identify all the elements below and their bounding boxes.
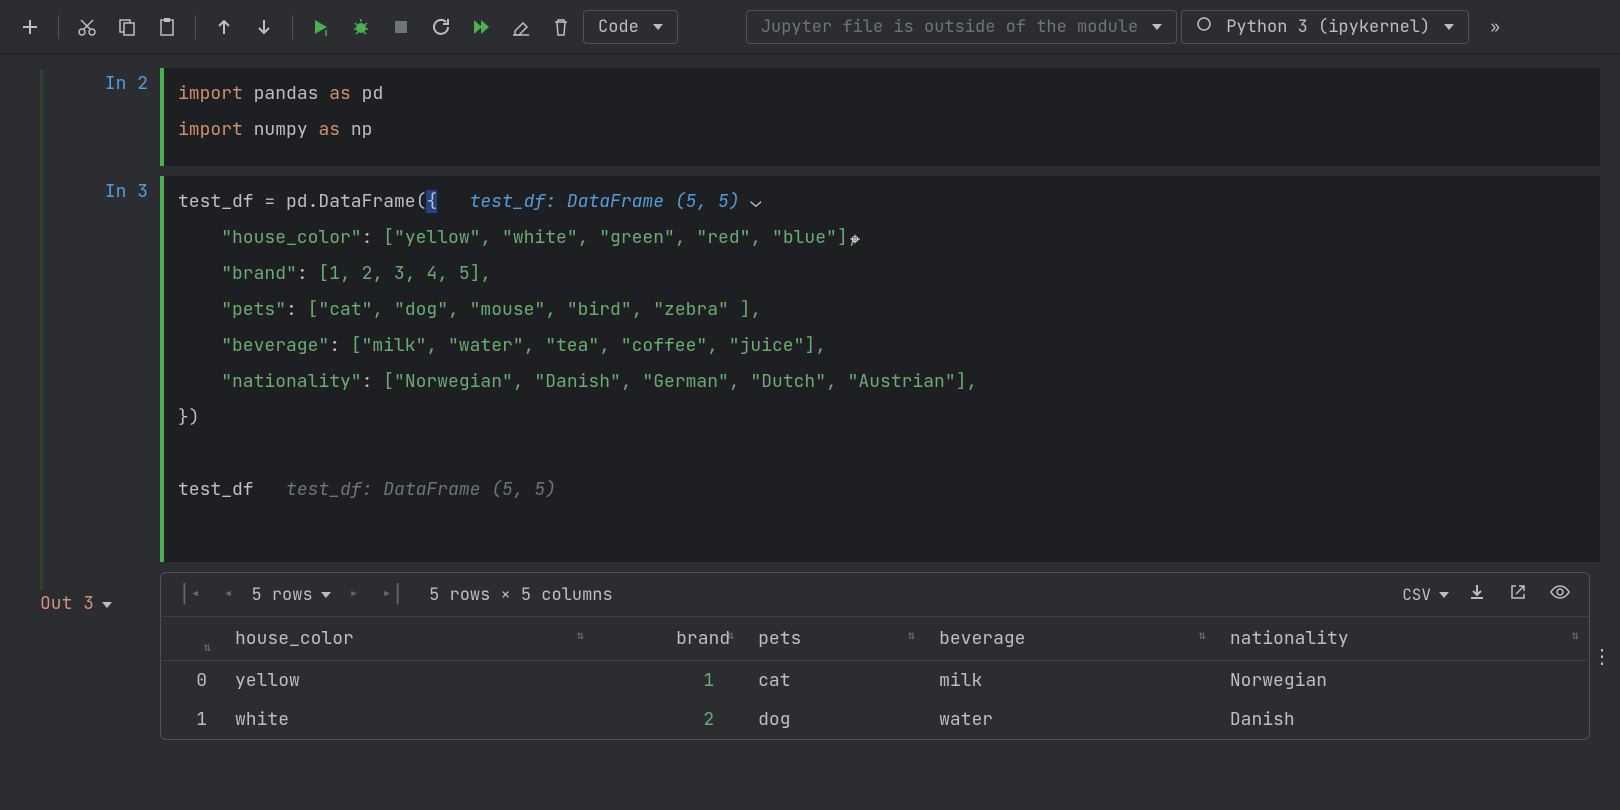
table-header[interactable]: brand⇅ — [594, 617, 744, 661]
notebook-area: In 2 import pandas as pd import numpy as… — [0, 54, 1620, 740]
stop-button[interactable] — [383, 9, 419, 45]
output-prompt: Out 3 — [40, 592, 94, 615]
export-format-select[interactable]: CSV — [1402, 584, 1449, 605]
restart-button[interactable] — [423, 9, 459, 45]
chevron-down-icon — [1444, 24, 1454, 30]
kernel-select[interactable]: Python 3 (ipykernel) — [1181, 10, 1469, 44]
view-button[interactable] — [1545, 577, 1575, 612]
module-hint-select[interactable]: Jupyter file is outside of the module — [746, 10, 1177, 44]
delete-button[interactable] — [543, 9, 579, 45]
cell-type-label: Code — [598, 16, 639, 38]
move-up-button[interactable] — [206, 9, 242, 45]
chevron-down-icon — [321, 592, 331, 598]
module-hint-label: Jupyter file is outside of the module — [761, 16, 1138, 38]
inline-hint: test_df: DataFrame (5, 5) — [286, 478, 556, 501]
dataframe-toolbar: ⎮◂ ◂ 5 rows ▸ ▸⎮ 5 rows × 5 columns CSV — [161, 573, 1589, 617]
table-header[interactable]: pets⇅ — [744, 617, 925, 661]
code-cell[interactable]: In 3 test_df = pd.DataFrame({ test_df: D… — [0, 176, 1620, 562]
chevron-down-icon — [653, 24, 663, 30]
debug-button[interactable] — [343, 9, 379, 45]
first-page-button[interactable]: ⎮◂ — [175, 581, 205, 608]
table-header[interactable]: nationality⇅ — [1216, 617, 1589, 661]
kernel-label: Python 3 (ipykernel) — [1226, 16, 1430, 38]
next-page-button[interactable]: ▸ — [345, 581, 364, 608]
move-down-button[interactable] — [246, 9, 282, 45]
table-row[interactable]: 0 yellow 1 cat milk Norwegian — [161, 661, 1589, 701]
more-button[interactable]: » — [1477, 9, 1513, 45]
table-header[interactable]: beverage⇅ — [925, 617, 1216, 661]
add-cell-button[interactable] — [12, 9, 48, 45]
run-all-button[interactable] — [463, 9, 499, 45]
prev-page-button[interactable]: ◂ — [219, 581, 238, 608]
clear-outputs-button[interactable] — [503, 9, 539, 45]
inline-hint[interactable]: test_df: DataFrame (5, 5) — [470, 190, 740, 213]
chevron-down-icon[interactable] — [102, 602, 112, 608]
last-page-button[interactable]: ▸⎮ — [377, 581, 407, 608]
run-cell-button[interactable] — [303, 9, 339, 45]
code-editor[interactable]: import pandas as pd import numpy as np — [160, 68, 1600, 166]
more-options-button[interactable]: ⋮ — [1592, 643, 1612, 669]
output-area: Out 3 ⎮◂ ◂ 5 rows ▸ ▸⎮ 5 rows × 5 column… — [0, 572, 1620, 740]
paste-button[interactable] — [149, 9, 185, 45]
code-editor[interactable]: test_df = pd.DataFrame({ test_df: DataFr… — [160, 176, 1600, 562]
cell-prompt: In 3 — [105, 180, 148, 562]
dataframe-panel: ⎮◂ ◂ 5 rows ▸ ▸⎮ 5 rows × 5 columns CSV — [160, 572, 1590, 740]
main-toolbar: Code Jupyter file is outside of the modu… — [0, 0, 1620, 54]
cut-button[interactable] — [69, 9, 105, 45]
open-external-button[interactable] — [1505, 579, 1531, 610]
kernel-status-icon — [1196, 16, 1212, 38]
cell-prompt: In 2 — [105, 72, 148, 166]
chevron-down-icon — [1439, 592, 1449, 598]
table-header-index[interactable]: ⇅ — [161, 617, 221, 661]
copy-button[interactable] — [109, 9, 145, 45]
table-row[interactable]: 1 white 2 dog water Danish — [161, 700, 1589, 739]
cell-type-select[interactable]: Code — [583, 10, 678, 44]
table-header[interactable]: house_color⇅ — [221, 617, 594, 661]
download-button[interactable] — [1463, 578, 1491, 611]
code-cell[interactable]: In 2 import pandas as pd import numpy as… — [0, 68, 1620, 166]
rows-select[interactable]: 5 rows — [251, 584, 330, 606]
dataframe-table[interactable]: ⇅ house_color⇅ brand⇅ pets⇅ beverage⇅ na… — [161, 617, 1589, 739]
chevron-down-icon — [1152, 24, 1162, 30]
table-summary: 5 rows × 5 columns — [429, 584, 613, 606]
